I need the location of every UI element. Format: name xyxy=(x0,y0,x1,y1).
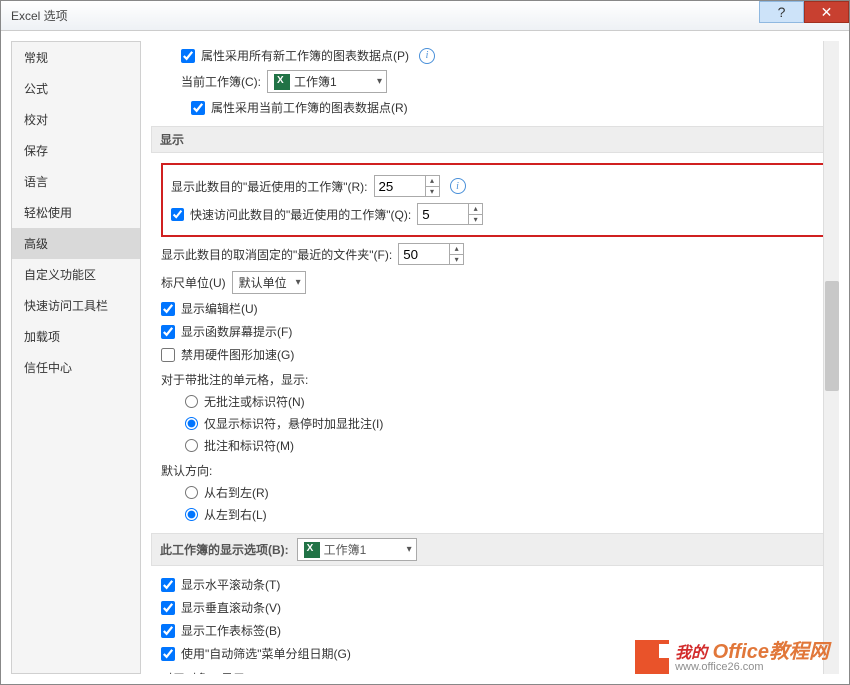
chk-quick-access[interactable] xyxy=(171,208,184,221)
sidebar-item-advanced[interactable]: 高级 xyxy=(12,228,140,259)
excel-icon xyxy=(274,74,290,90)
info-icon[interactable]: i xyxy=(419,48,435,64)
spinner-down-icon[interactable]: ▾ xyxy=(469,215,482,225)
help-button[interactable]: ? xyxy=(759,1,804,23)
chk-charts-current-label: 属性采用当前工作簿的图表数据点(R) xyxy=(211,99,408,116)
chk-hscroll[interactable] xyxy=(161,578,175,592)
sidebar: 常规 公式 校对 保存 语言 轻松使用 高级 自定义功能区 快速访问工具栏 加载… xyxy=(11,41,141,674)
chk-autofilter[interactable] xyxy=(161,647,175,661)
chk-vscroll[interactable] xyxy=(161,601,175,615)
info-icon[interactable]: i xyxy=(450,178,466,194)
highlight-box: 显示此数目的"最近使用的工作簿"(R): ▴▾ i 快速访问此数目的"最近使用的… xyxy=(161,163,829,237)
radio-rtl[interactable] xyxy=(185,486,198,499)
spinner-up-icon[interactable]: ▴ xyxy=(426,176,439,187)
sidebar-item-language[interactable]: 语言 xyxy=(12,166,140,197)
comments-group-label: 对于带批注的单元格，显示: xyxy=(161,371,829,388)
radio-rtl-label: 从右到左(R) xyxy=(204,484,269,501)
chk-formula-bar[interactable] xyxy=(161,302,175,316)
ruler-select[interactable]: 默认单位 xyxy=(232,271,306,294)
office-logo-icon xyxy=(635,640,669,674)
chk-tabs[interactable] xyxy=(161,624,175,638)
quick-access-input[interactable] xyxy=(418,204,468,224)
spinner-up-icon[interactable]: ▴ xyxy=(450,244,463,255)
chk-disable-hw-label: 禁用硬件图形加速(G) xyxy=(181,346,294,363)
chk-charts-allnew-label: 属性采用所有新工作簿的图表数据点(P) xyxy=(201,47,409,64)
radio-comments-full[interactable] xyxy=(185,439,198,452)
close-button[interactable]: ✕ xyxy=(804,1,849,23)
radio-comments-indicator-label: 仅显示标识符，悬停时加显批注(I) xyxy=(204,415,383,432)
spinner-up-icon[interactable]: ▴ xyxy=(469,204,482,215)
spinner-down-icon[interactable]: ▾ xyxy=(450,255,463,265)
chk-hscroll-label: 显示水平滚动条(T) xyxy=(181,576,280,593)
ruler-label: 标尺单位(U) xyxy=(161,274,226,291)
sidebar-item-quick-access[interactable]: 快速访问工具栏 xyxy=(12,290,140,321)
wb-display-select[interactable]: 工作簿1 xyxy=(297,538,417,561)
chk-func-tips-label: 显示函数屏幕提示(F) xyxy=(181,323,292,340)
unpinned-label: 显示此数目的取消固定的"最近的文件夹"(F): xyxy=(161,246,392,263)
chk-formula-bar-label: 显示编辑栏(U) xyxy=(181,300,258,317)
content-pane: 属性采用所有新工作簿的图表数据点(P) i 当前工作簿(C): 工作簿1 属性采… xyxy=(141,41,839,674)
sidebar-item-ease[interactable]: 轻松使用 xyxy=(12,197,140,228)
current-workbook-label: 当前工作簿(C): xyxy=(181,73,261,90)
sidebar-item-formulas[interactable]: 公式 xyxy=(12,73,140,104)
sidebar-item-customize-ribbon[interactable]: 自定义功能区 xyxy=(12,259,140,290)
quick-access-spinner[interactable]: ▴▾ xyxy=(417,203,483,225)
radio-comments-indicator[interactable] xyxy=(185,417,198,430)
sidebar-item-save[interactable]: 保存 xyxy=(12,135,140,166)
excel-icon xyxy=(304,542,320,558)
radio-ltr[interactable] xyxy=(185,508,198,521)
chk-charts-allnew[interactable] xyxy=(181,49,195,63)
radio-ltr-label: 从左到右(L) xyxy=(204,506,267,523)
unpinned-input[interactable] xyxy=(399,244,449,264)
wb-display-section-header: 此工作簿的显示选项(B): 工作簿1 xyxy=(151,533,829,566)
vertical-scrollbar[interactable] xyxy=(823,41,839,674)
unpinned-spinner[interactable]: ▴▾ xyxy=(398,243,464,265)
watermark: 我的 Office教程网 www.office26.com xyxy=(635,640,829,674)
recent-wb-input[interactable] xyxy=(375,176,425,196)
chk-func-tips[interactable] xyxy=(161,325,175,339)
spinner-down-icon[interactable]: ▾ xyxy=(426,187,439,197)
chk-vscroll-label: 显示垂直滚动条(V) xyxy=(181,599,281,616)
display-section-header: 显示 xyxy=(151,126,829,153)
current-workbook-select[interactable]: 工作簿1 xyxy=(267,70,387,93)
sidebar-item-general[interactable]: 常规 xyxy=(12,42,140,73)
titlebar: Excel 选项 ? ✕ xyxy=(1,1,849,31)
chk-autofilter-label: 使用"自动筛选"菜单分组日期(G) xyxy=(181,645,351,662)
radio-comments-full-label: 批注和标识符(M) xyxy=(204,437,294,454)
direction-group-label: 默认方向: xyxy=(161,462,829,479)
sidebar-item-addins[interactable]: 加载项 xyxy=(12,321,140,352)
chk-charts-current[interactable] xyxy=(191,101,205,115)
radio-comments-none[interactable] xyxy=(185,395,198,408)
sidebar-item-proofing[interactable]: 校对 xyxy=(12,104,140,135)
recent-wb-spinner[interactable]: ▴▾ xyxy=(374,175,440,197)
chk-disable-hw[interactable] xyxy=(161,348,175,362)
window-title: Excel 选项 xyxy=(11,7,68,24)
quick-access-label: 快速访问此数目的"最近使用的工作簿"(Q): xyxy=(190,206,411,223)
recent-wb-label: 显示此数目的"最近使用的工作簿"(R): xyxy=(171,178,368,195)
chk-tabs-label: 显示工作表标签(B) xyxy=(181,622,281,639)
radio-comments-none-label: 无批注或标识符(N) xyxy=(204,393,305,410)
sidebar-item-trust-center[interactable]: 信任中心 xyxy=(12,352,140,383)
